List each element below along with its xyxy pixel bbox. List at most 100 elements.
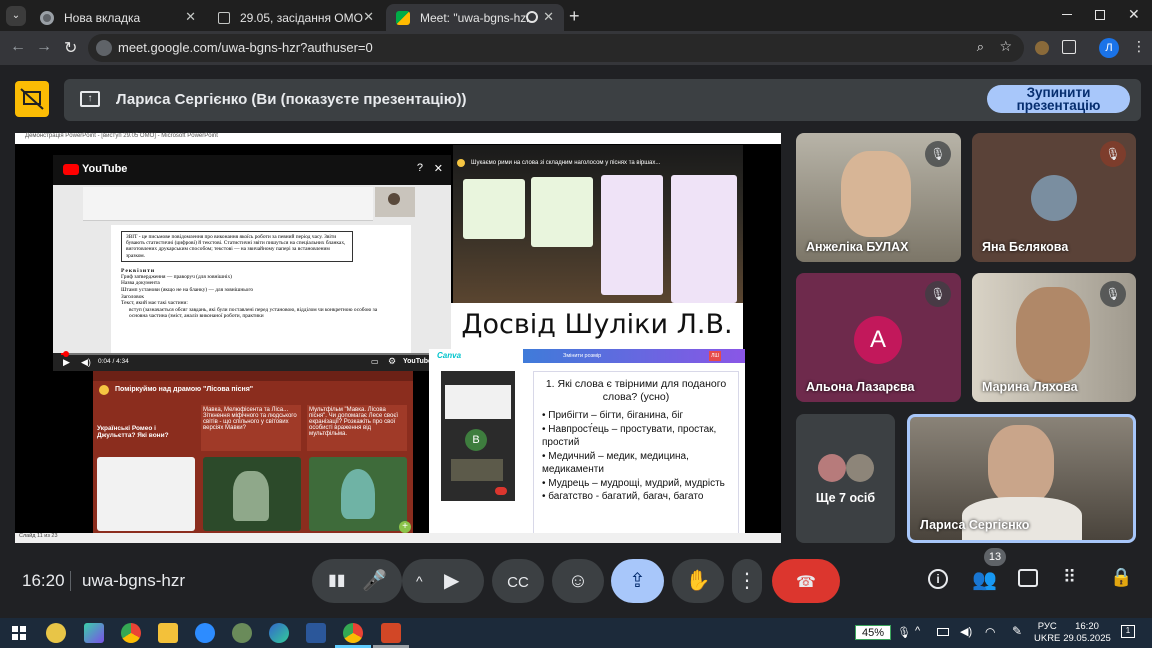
- info-icon[interactable]: i: [928, 569, 948, 589]
- canva-item: • Навпрост́ець – простувати, простак, пр…: [542, 423, 717, 449]
- new-tab-plus-icon[interactable]: +: [569, 6, 580, 27]
- control-bar: 16:20 uwa-bgns-hzr ▮▮ 🎤 ^ ▶ CC ☺ ⇪ ✋ ⋮ ☎…: [0, 548, 1152, 618]
- close-icon[interactable]: ✕: [363, 9, 374, 25]
- raise-hand-button[interactable]: ✋: [672, 559, 724, 603]
- language-indicator[interactable]: РУС UKRE: [1034, 621, 1060, 645]
- padlet-emoji-icon: [457, 159, 465, 167]
- restore-icon[interactable]: [1095, 10, 1105, 20]
- participants-count-badge: 13: [984, 548, 1006, 566]
- more-participants-tile[interactable]: Ще 7 осіб: [796, 414, 895, 543]
- recording-icon: [526, 11, 538, 23]
- app-word-icon[interactable]: [306, 623, 326, 643]
- app-copilot-icon[interactable]: [84, 623, 104, 643]
- doc-line: основна частина (зміст, аналіз виконаної…: [129, 313, 264, 320]
- windows-start-icon[interactable]: [12, 626, 26, 640]
- participant-tile[interactable]: 🎙 Анжеліка БУЛАХ: [796, 133, 961, 262]
- tab-search-icon[interactable]: ⌄: [6, 6, 26, 26]
- app-paint-icon[interactable]: [46, 623, 66, 643]
- extension-owl-icon[interactable]: [1035, 41, 1049, 55]
- mic-icon: 🎤: [362, 570, 387, 592]
- present-screen-icon: ⇪: [629, 570, 646, 592]
- divider: [70, 571, 71, 591]
- tab-omo[interactable]: 29.05, засідання ОМО ✕: [208, 4, 384, 31]
- progress-bar[interactable]: [61, 351, 443, 357]
- subtitles-icon[interactable]: ▭: [371, 357, 379, 366]
- chevron-up-icon[interactable]: ^: [416, 559, 423, 603]
- captions-icon: CC: [507, 574, 529, 591]
- app-zoom-icon[interactable]: [195, 623, 215, 643]
- play-icon[interactable]: ▶: [63, 357, 70, 368]
- video-controls: ▶ ◀) 0:04 / 4:34 ▭ ⚙ YouTube ⛶: [53, 351, 451, 371]
- tray-chevron-icon[interactable]: ^: [915, 625, 920, 637]
- captions-button[interactable]: CC: [492, 559, 544, 603]
- mini-end-call-icon[interactable]: [495, 487, 507, 495]
- participant-tile[interactable]: 🎙 Яна Бєлякова: [972, 133, 1136, 262]
- present-button[interactable]: ⇪: [611, 559, 664, 603]
- reactions-button[interactable]: ☺: [552, 559, 604, 603]
- participant-tile[interactable]: 🎙 Марина Ляхова: [972, 273, 1136, 402]
- extensions-puzzle-icon[interactable]: [1062, 40, 1076, 54]
- settings-icon[interactable]: ⚙: [388, 356, 396, 367]
- meeting-time: 16:20: [22, 571, 65, 590]
- battery-tray-icon[interactable]: [937, 628, 949, 636]
- powerpoint-titlebar: Демонстрація PowerPoint - [виступ 29.05 …: [15, 133, 781, 144]
- mic-tray-icon[interactable]: 🎙: [897, 626, 911, 639]
- app-explorer-icon[interactable]: [158, 623, 178, 643]
- pen-icon[interactable]: ✎: [1012, 624, 1022, 638]
- meet-icon: [396, 10, 410, 25]
- profile-avatar[interactable]: Л: [1099, 38, 1119, 58]
- camera-button[interactable]: ^ ▶: [402, 559, 484, 603]
- notifications-icon[interactable]: 1: [1121, 625, 1135, 638]
- close-icon[interactable]: ✕: [434, 162, 443, 175]
- canva-user-badge[interactable]: ЛШ: [709, 351, 721, 361]
- participant-tile[interactable]: А 🎙 Альона Лазарєва: [796, 273, 961, 402]
- hand-icon: ✋: [685, 570, 711, 592]
- close-icon[interactable]: ✕: [543, 9, 554, 25]
- presenting-banner: ↑ Лариса Сергієнко (Ви (показуєте презен…: [64, 79, 1141, 121]
- minimize-icon[interactable]: [1062, 14, 1072, 15]
- tab-new[interactable]: Нова вкладка ✕: [30, 4, 206, 31]
- url-field[interactable]: meet.google.com/uwa-bgns-hzr?authuser=0 …: [88, 34, 1024, 62]
- forward-icon[interactable]: →: [36, 38, 52, 56]
- window-close-icon[interactable]: ✕: [1128, 6, 1140, 23]
- app-powerpoint-icon[interactable]: [381, 623, 401, 643]
- app-chrome-active-icon[interactable]: [343, 623, 363, 643]
- youtube-embed: YouTube ? ✕ ЗВІТ - це письмове повідомле…: [53, 155, 451, 371]
- participant-avatar-photo: [1031, 175, 1077, 221]
- slide-title-panel: Досвід Шуліки Л.В.: [451, 303, 743, 349]
- mic-button[interactable]: ▮▮ 🎤: [312, 559, 402, 603]
- more-options-button[interactable]: ⋮: [732, 559, 762, 603]
- self-tile[interactable]: Лариса Сергієнко: [907, 414, 1136, 543]
- wifi-icon[interactable]: ◠: [985, 625, 995, 639]
- app-chrome-icon[interactable]: [121, 623, 141, 643]
- padlet-card-image: [203, 457, 301, 531]
- help-icon[interactable]: ?: [417, 162, 423, 174]
- menu-kebab-icon[interactable]: ⋮: [1132, 38, 1146, 55]
- meeting-code: uwa-bgns-hzr: [82, 571, 185, 590]
- reload-icon[interactable]: ↻: [64, 38, 77, 58]
- app-misc-icon[interactable]: [232, 623, 252, 643]
- slide-big-title: Досвід Шуліки Л.В.: [461, 309, 733, 340]
- bookmark-star-icon[interactable]: ☆: [999, 38, 1012, 55]
- stop-presenting-button[interactable]: Зупинити презентацію: [987, 85, 1130, 113]
- battery-percent[interactable]: 45%: [855, 625, 891, 640]
- site-info-icon[interactable]: [96, 40, 112, 56]
- back-icon[interactable]: ←: [10, 38, 26, 56]
- activities-icon[interactable]: ⠿: [1063, 567, 1076, 588]
- add-post-icon[interactable]: +: [399, 521, 411, 533]
- youtube-small-brand: YouTube: [403, 358, 432, 365]
- system-clock[interactable]: 16:20 29.05.2025: [1062, 621, 1112, 645]
- people-icon[interactable]: 👥: [972, 567, 997, 592]
- participant-video: [988, 425, 1054, 505]
- chat-icon[interactable]: [1018, 569, 1038, 587]
- canva-item: • Медичний – медик, медицина, медикамент…: [542, 450, 689, 476]
- volume-icon[interactable]: ◀): [81, 357, 91, 368]
- host-controls-icon[interactable]: 🔒: [1110, 567, 1132, 588]
- zoom-icon[interactable]: ⌕: [977, 39, 984, 55]
- tab-meet[interactable]: Meet: "uwa-bgns-hzr" ✕: [386, 4, 564, 31]
- leave-call-button[interactable]: ☎: [772, 559, 840, 603]
- youtube-header: YouTube ? ✕: [53, 155, 451, 185]
- app-edge-icon[interactable]: [269, 623, 289, 643]
- speaker-icon[interactable]: ◀): [960, 625, 972, 638]
- close-icon[interactable]: ✕: [185, 9, 196, 25]
